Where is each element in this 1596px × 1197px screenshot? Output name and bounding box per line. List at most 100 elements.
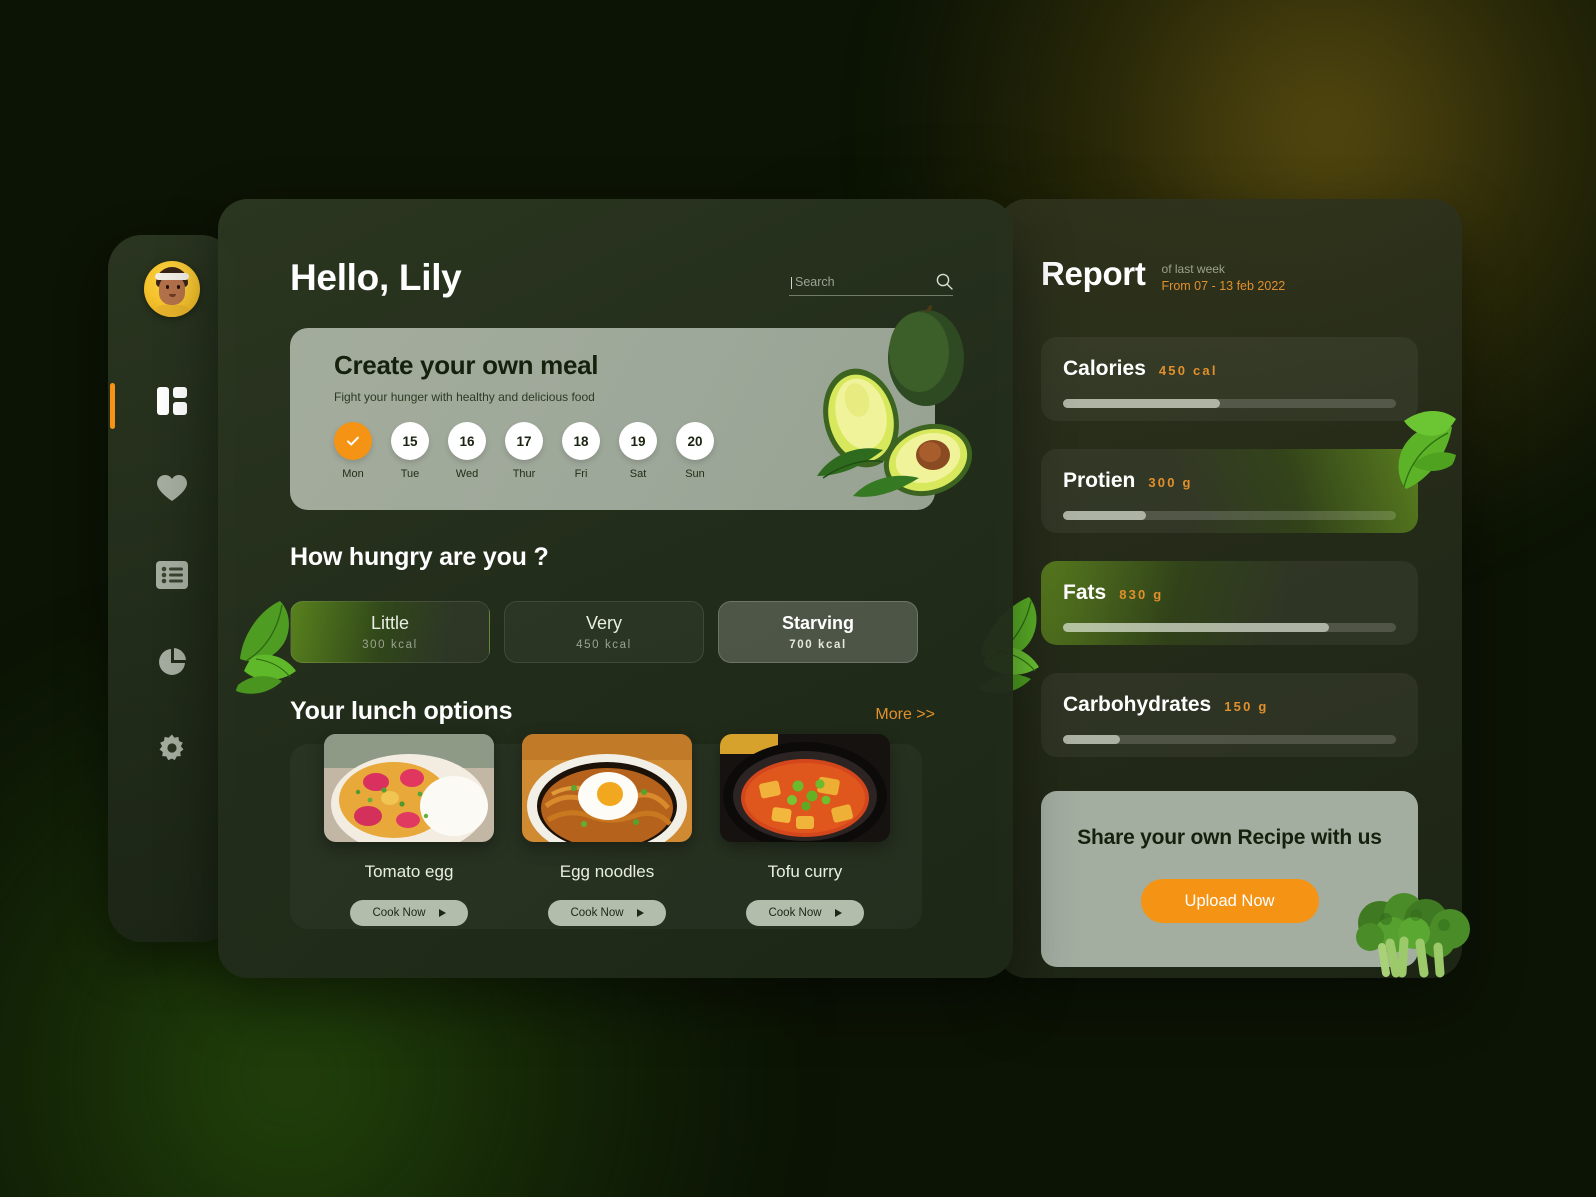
banner-title: Create your own meal (334, 350, 599, 380)
day-item-sat[interactable]: 19 Sat (619, 422, 657, 480)
dashboard-icon (156, 387, 187, 415)
pie-chart-icon (158, 648, 186, 675)
report-panel: Report of last week From 07 - 13 feb 202… (979, 199, 1470, 978)
play-icon (438, 909, 446, 917)
sidebar-item-list[interactable] (108, 555, 235, 595)
nutrient-progress-bar (1063, 735, 1396, 744)
nutrient-card-calories: Calories 450 cal (1041, 337, 1418, 421)
dish-image-tomato-egg (324, 734, 494, 842)
sidebar-nav (108, 381, 235, 769)
dish-item-egg-noodles[interactable]: Egg noodles Cook Now (522, 734, 692, 929)
sidebar-item-stats[interactable] (108, 642, 235, 682)
day-selector: Mon 15 Tue 16 Wed 17 Thur 18 Fri 19 Sat (334, 422, 935, 480)
day-item-wed[interactable]: 16 Wed (448, 422, 486, 480)
sidebar-item-favorites[interactable] (108, 468, 235, 508)
heart-icon (156, 475, 187, 501)
sidebar-item-dashboard[interactable] (108, 381, 235, 421)
sidebar-active-indicator (110, 383, 115, 429)
dish-name: Egg noodles (559, 862, 655, 881)
day-label: Mon (342, 468, 364, 480)
day-circle: 17 (505, 422, 543, 460)
main-panel: Hello, Lily Create your own meal Fight y… (218, 199, 1013, 978)
nutrient-name: Protien (1063, 469, 1136, 492)
nutrient-name: Carbohydrates (1063, 693, 1212, 716)
nutrient-card-carbohydrates: Carbohydrates 150 g (1041, 673, 1418, 757)
hunger-option-starving[interactable]: Starving 700 kcal (718, 601, 918, 663)
search-input[interactable] (789, 274, 909, 289)
hunger-option-calories: 300 kcal (362, 639, 418, 651)
day-circle: 19 (619, 422, 657, 460)
cook-now-button-tofu-curry[interactable]: Cook Now (746, 900, 864, 926)
search-icon[interactable] (936, 273, 953, 290)
banner-subtitle: Fight your hunger with healthy and delic… (334, 390, 595, 404)
day-item-thur[interactable]: 17 Thur (505, 422, 543, 480)
hunger-option-name: Little (370, 613, 410, 633)
hunger-option-little[interactable]: Little 300 kcal (290, 601, 490, 663)
nutrient-value: 450 cal (1158, 363, 1218, 378)
day-item-sun[interactable]: 20 Sun (676, 422, 714, 480)
dish-image-egg-noodles (522, 734, 692, 842)
day-circle (334, 422, 372, 460)
more-link[interactable]: More >> (875, 706, 935, 724)
nutrient-name: Calories (1063, 357, 1146, 380)
dish-item-tofu-curry[interactable]: Tofu curry Cook Now (720, 734, 890, 929)
hunger-option-very[interactable]: Very 450 kcal (504, 601, 704, 663)
gear-icon (159, 734, 183, 761)
nutrient-value: 830 g (1119, 587, 1164, 602)
topbar: Hello, Lily (290, 257, 953, 299)
nutrient-progress-bar (1063, 511, 1396, 520)
list-icon (155, 561, 188, 589)
hunger-option-name: Starving (781, 613, 855, 633)
lunch-header: Your lunch options More >> (290, 697, 935, 726)
cook-now-button-egg-noodles[interactable]: Cook Now (548, 900, 666, 926)
day-label: Sun (685, 468, 705, 480)
cook-now-label: Cook Now (768, 907, 822, 919)
nutrient-progress-fill (1063, 623, 1330, 632)
sidebar (108, 235, 235, 942)
share-recipe-title: Share your own Recipe with us (1077, 826, 1382, 849)
hunger-option-calories: 700 kcal (789, 639, 847, 651)
upload-now-button[interactable]: Upload Now (1140, 879, 1319, 924)
avocado-image (793, 300, 993, 520)
lunch-title: Your lunch options (290, 697, 513, 725)
dish-item-tomato-egg[interactable]: Tomato egg Cook Now (324, 734, 494, 929)
day-label: Thur (512, 468, 536, 480)
check-icon (347, 436, 359, 446)
broccoli-image (1346, 885, 1476, 985)
day-circle: 20 (676, 422, 714, 460)
hunger-options: Little 300 kcal Very 450 kcal Starving 7… (236, 601, 953, 694)
create-meal-banner: Create your own meal Fight your hunger w… (290, 305, 973, 510)
day-item-fri[interactable]: 18 Fri (562, 422, 600, 480)
play-icon (834, 909, 842, 917)
report-header: Report of last week From 07 - 13 feb 202… (1041, 255, 1418, 293)
report-subtitle: of last week (1161, 262, 1225, 276)
report-title: Report (1041, 255, 1146, 292)
nutrient-card-fats: Fats 830 g (979, 561, 1418, 694)
day-label: Fri (574, 468, 588, 480)
hunger-option-name: Very (585, 613, 623, 633)
nutrient-progress-fill (1063, 511, 1147, 520)
search-bar[interactable] (789, 273, 953, 296)
cook-now-label: Cook Now (570, 907, 624, 919)
dish-name: Tomato egg (364, 862, 454, 881)
day-item-mon[interactable]: Mon (334, 422, 372, 480)
cook-now-button-tomato-egg[interactable]: Cook Now (350, 900, 468, 926)
hunger-title: How hungry are you ? (290, 543, 549, 571)
day-item-tue[interactable]: 15 Tue (391, 422, 429, 480)
sidebar-item-settings[interactable] (108, 729, 235, 769)
nutrient-progress-bar (1063, 399, 1396, 408)
avatar[interactable] (143, 261, 200, 317)
hunger-option-calories: 450 kcal (576, 639, 632, 651)
play-icon (636, 909, 644, 917)
cook-now-label: Cook Now (372, 907, 426, 919)
day-circle: 18 (562, 422, 600, 460)
report-date-range: From 07 - 13 feb 2022 (1161, 279, 1286, 293)
share-recipe-card: Share your own Recipe with us Upload Now (1041, 791, 1470, 978)
day-circle: 16 (448, 422, 486, 460)
text-caret (791, 276, 792, 289)
day-label: Wed (455, 468, 479, 480)
day-label: Sat (629, 468, 647, 480)
page-title: Hello, Lily (290, 257, 462, 298)
day-circle: 15 (391, 422, 429, 460)
nutrient-value: 300 g (1148, 475, 1193, 490)
